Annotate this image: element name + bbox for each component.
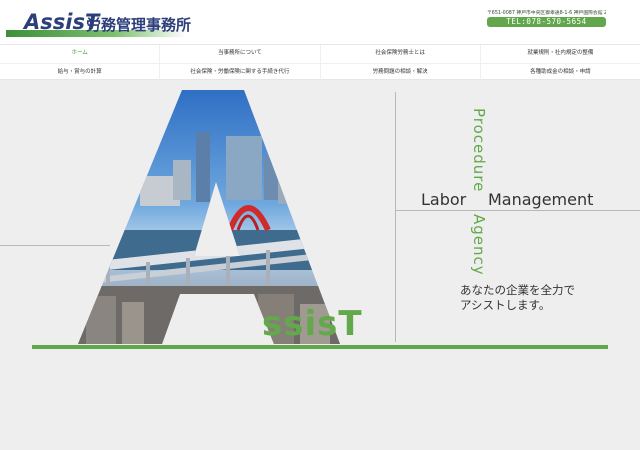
- global-nav: ホーム 当事務所について 社会保険労務士とは 就業規則・社内規定の整備 給与・賞…: [0, 44, 640, 81]
- tel-badge[interactable]: TEL:078-570-5654: [487, 17, 606, 27]
- nav-item-about[interactable]: 当事務所について: [160, 45, 321, 63]
- catch-line-2: アシストします。: [460, 298, 551, 312]
- nav-item-payroll[interactable]: 給与・賞与の計算: [0, 64, 161, 81]
- nav-item-home[interactable]: ホーム: [0, 45, 161, 63]
- site-logo[interactable]: AssisT 労務管理事務所: [6, 8, 206, 38]
- nav-item-rules[interactable]: 就業規則・社内規定の整備: [481, 45, 640, 63]
- nav-row-1: ホーム 当事務所について 社会保険労務士とは 就業規則・社内規定の整備: [0, 45, 640, 63]
- hero-section: ssisT Procedure Agency Labor Management …: [0, 80, 640, 450]
- hero-green-rule: [32, 345, 608, 349]
- nav-row-2: 給与・賞与の計算 社会保険・労働保険に関する手続き代行 労務問題の相談・解決 各…: [0, 63, 640, 81]
- agency-text: Agency: [470, 214, 488, 276]
- nav-item-sharoushi[interactable]: 社会保険労務士とは: [321, 45, 481, 63]
- labor-text: Labor: [421, 190, 467, 209]
- procedure-text: Procedure: [470, 108, 488, 193]
- nav-item-subsidies[interactable]: 各種助成金の相談・申請: [481, 64, 640, 81]
- catch-line-1: あなたの企業を全力で: [460, 283, 575, 297]
- logo-sub-text: 労務管理事務所: [86, 16, 192, 34]
- site-header: AssisT 労務管理事務所 〒651-0087 神戸市中央区御幸通8-1-6 …: [0, 0, 640, 44]
- nav-item-insurance[interactable]: 社会保険・労働保険に関する手続き代行: [160, 64, 321, 81]
- contact-info: 〒651-0087 神戸市中央区御幸通8-1-6 神戸国際会館 22階 TEL:…: [487, 9, 606, 28]
- hero-assist-text: ssisT: [262, 304, 363, 344]
- divider-right: [396, 210, 640, 211]
- address-text: 〒651-0087 神戸市中央区御幸通8-1-6 神戸国際会館 22階: [487, 11, 606, 16]
- divider-vertical: [395, 92, 396, 342]
- nav-item-labor-issues[interactable]: 労務問題の相談・解決: [321, 64, 481, 81]
- management-text: Management: [488, 190, 594, 209]
- hero-catchphrase: あなたの企業を全力で アシストします。: [460, 283, 575, 313]
